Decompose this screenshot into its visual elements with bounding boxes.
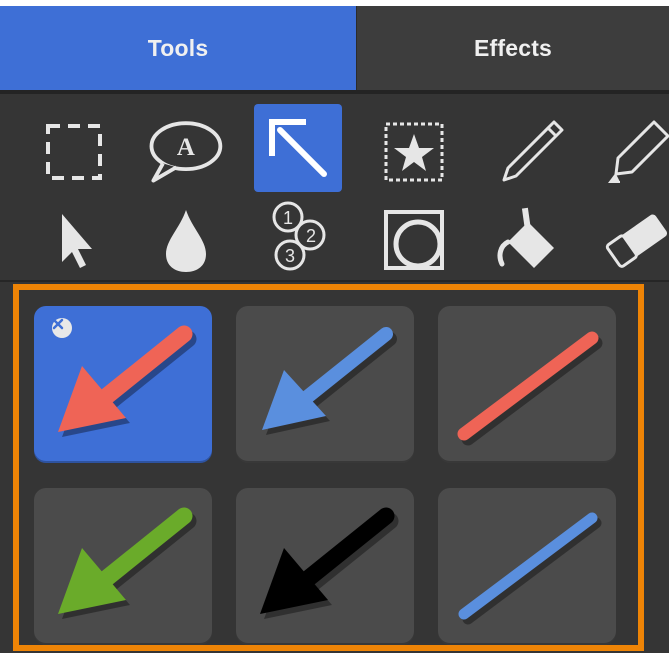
preset-red-line[interactable]: [438, 306, 616, 463]
arrow-icon: [269, 119, 327, 177]
counter-number-3: 3: [285, 246, 295, 266]
blur-drop-icon: [166, 210, 206, 272]
selection-rectangle-tool[interactable]: [30, 108, 118, 196]
preset-green-arrow[interactable]: [34, 488, 212, 645]
preset-blue-line[interactable]: [438, 488, 616, 645]
speech-bubble-text-icon: A: [149, 121, 223, 183]
pen-icon: [502, 120, 564, 182]
blue-arrow-icon: [262, 327, 397, 435]
blur-tool[interactable]: [142, 196, 230, 284]
highlighter-icon: [608, 120, 669, 183]
shape-icon: [384, 210, 444, 270]
speech-bubble-letter: A: [177, 134, 195, 161]
counter-number-2: 2: [306, 226, 316, 246]
eraser-icon: [605, 214, 668, 268]
counter-number-1: 1: [283, 208, 293, 228]
eraser-tool[interactable]: [592, 196, 669, 284]
arrow-tool[interactable]: [254, 104, 342, 192]
highlighter-tool[interactable]: [592, 108, 669, 196]
stamp-tool[interactable]: [370, 108, 458, 196]
tab-bar: Tools Effects: [0, 6, 669, 90]
stamp-icon: [384, 122, 444, 182]
remove-preset-icon[interactable]: [52, 318, 72, 338]
preset-red-arrow[interactable]: [34, 306, 212, 463]
tab-effects[interactable]: Effects: [356, 6, 669, 90]
tab-tools[interactable]: Tools: [0, 6, 356, 90]
green-arrow-icon: [58, 507, 197, 619]
red-line-icon: [457, 331, 603, 446]
black-arrow-icon: [260, 507, 399, 619]
cursor-icon: [62, 214, 92, 268]
blue-line-icon: [458, 512, 602, 625]
cursor-tool[interactable]: [30, 196, 118, 284]
speech-bubble-tool[interactable]: A: [140, 106, 228, 194]
pen-tool[interactable]: [488, 108, 576, 196]
arrow-style-presets: [13, 284, 644, 651]
tool-palette: A 1 2 3: [0, 90, 669, 280]
preset-blue-arrow[interactable]: [236, 306, 414, 463]
counter-tool[interactable]: 1 2 3: [254, 192, 342, 280]
shape-tool[interactable]: [370, 196, 458, 284]
preset-black-arrow[interactable]: [236, 488, 414, 645]
fill-tool[interactable]: [484, 196, 572, 284]
selection-rectangle-icon: [46, 124, 102, 180]
fill-bucket-icon: [497, 207, 554, 268]
counter-numbers-icon: 1 2 3: [272, 201, 326, 271]
